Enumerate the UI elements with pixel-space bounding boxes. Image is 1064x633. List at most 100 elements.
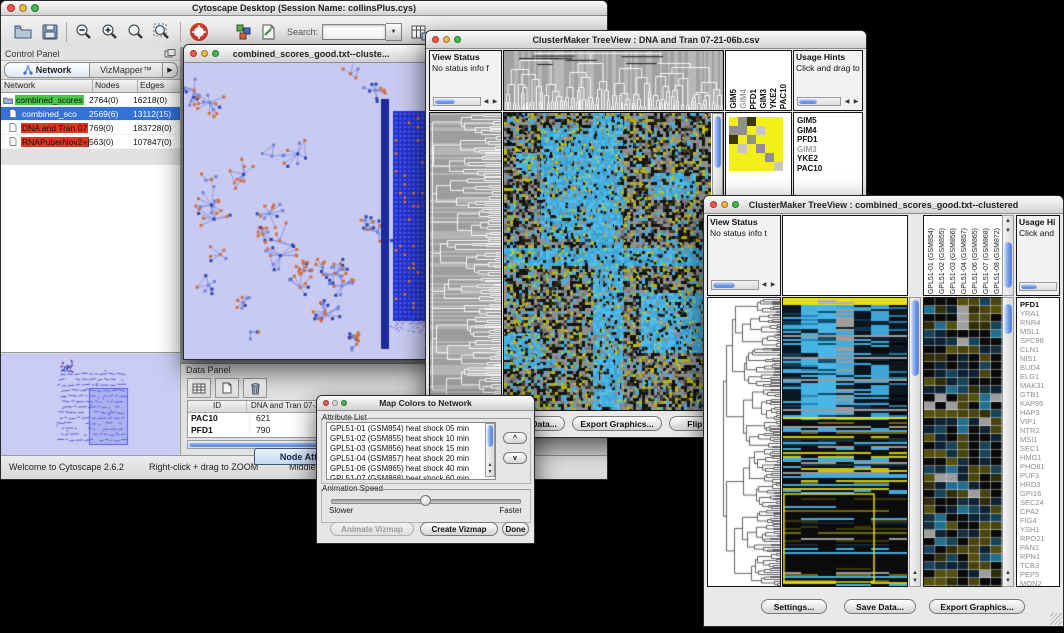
tv2-status-hscrollbar[interactable] [711,280,759,290]
maximize-button[interactable] [212,50,219,57]
gene-label[interactable]: KAP95 [1020,399,1059,408]
matrix-cell[interactable] [729,117,738,126]
scroll-down-icon[interactable]: ▼ [1003,228,1013,234]
minimize-button[interactable] [332,400,338,406]
close-button[interactable] [7,4,15,12]
dialog-title-bar[interactable]: Map Colors to Network [317,396,534,411]
matrix-cell[interactable] [765,117,774,126]
move-down-button[interactable]: v [503,452,527,464]
matrix-cell[interactable] [774,153,783,162]
plugins-icon[interactable] [235,23,253,41]
col-header-edges[interactable]: Edges [138,80,180,92]
maximize-button[interactable] [341,400,347,406]
network-list-row[interactable]: combined_scores2764(0)16218(0) [1,93,180,107]
network-list-row[interactable]: combined_sco2569(6)13112(15) [1,107,180,121]
tv2-labels-vscroll-thumb[interactable] [1004,242,1012,288]
attribute-list-item[interactable]: GPL51-02 (GSM855) heat shock 10 min [330,434,495,444]
matrix-cell[interactable] [747,126,756,135]
minimize-button[interactable] [19,4,27,12]
matrix-cell[interactable] [747,117,756,126]
tv1-column-label[interactable]: GIM3 [759,89,769,109]
tv2-heatmap-canvas[interactable] [783,298,907,586]
matrix-cell[interactable] [729,144,738,153]
gene-label[interactable]: TCB3 [1020,561,1059,570]
matrix-cell[interactable] [756,117,765,126]
animate-vizmap-button[interactable]: Animate Vizmap [330,522,414,536]
tv1-column-label[interactable]: PAC10 [779,84,789,109]
gene-label[interactable]: HMG1 [1020,453,1059,462]
create-vizmap-button[interactable]: Create Vizmap [420,522,498,536]
matrix-cell[interactable] [774,117,783,126]
close-button[interactable] [190,50,197,57]
zoom-fit-icon[interactable] [152,22,172,42]
tv2-row-dendrogram-canvas[interactable] [708,298,780,586]
tv2-labels-vscrollbar[interactable]: ▲ ▼ [1002,215,1014,296]
matrix-cell[interactable] [774,144,783,153]
matrix-cell[interactable] [738,153,747,162]
new-doc-icon[interactable] [215,378,239,398]
gene-label[interactable]: GTB1 [1020,390,1059,399]
scroll-up-icon[interactable]: ▲ [910,570,920,576]
close-button[interactable] [323,400,329,406]
tv2-column-label[interactable]: GPL51-06 (GSM865) [970,228,981,294]
search-input[interactable] [322,24,386,40]
col-header-nodes[interactable]: Nodes [93,80,138,92]
scroll-up-icon[interactable]: ▲ [1003,218,1013,224]
tv1-row-label[interactable]: YKE2 [797,154,862,164]
matrix-cell[interactable] [756,153,765,162]
gene-label[interactable]: CPA2 [1020,507,1059,516]
attribute-list-item[interactable]: GPL51-01 (GSM854) heat shock 05 min [330,424,495,434]
tv1-row-label[interactable]: PFD1 [797,135,862,145]
attribute-list-item[interactable]: GPL51-03 (GSM856) heat shock 15 min [330,444,495,454]
gene-label[interactable]: NTR2 [1020,426,1059,435]
tv2-zoom-heatmap-canvas[interactable] [924,298,1002,586]
tv2-save-data-button[interactable]: Save Data... [844,599,916,614]
resize-grip[interactable] [1050,613,1062,625]
tv1-usage-hscroll-thumb[interactable] [799,99,817,104]
gene-label[interactable]: PEP5 [1020,570,1059,579]
gene-label[interactable]: SEC1 [1020,444,1059,453]
gene-label[interactable]: CLN1 [1020,345,1059,354]
matrix-cell[interactable] [756,126,765,135]
tv2-column-label[interactable]: GPL51-07 (GSM868) [981,228,992,294]
gene-label[interactable]: PHO81 [1020,462,1059,471]
scroll-right-icon[interactable]: ▶ [851,99,861,105]
scroll-right-icon[interactable]: ▶ [490,99,500,105]
save-icon[interactable] [41,23,59,41]
window-controls[interactable] [7,4,39,12]
annotation-icon[interactable] [259,23,277,41]
network-list-row[interactable]: DNA and Tran 07769(0)183728(0) [1,121,180,135]
gene-label[interactable]: NIS1 [1020,354,1059,363]
tv2-usage-hscroll-thumb[interactable] [1021,284,1037,289]
open-icon[interactable] [13,23,33,41]
tv1-row-dendrogram-canvas[interactable] [430,113,501,410]
matrix-cell[interactable] [756,144,765,153]
tv2-column-label[interactable]: GPL51-02 (GSM855) [937,228,948,294]
gene-label[interactable]: MSI1 [1020,435,1059,444]
scroll-up-icon[interactable]: ▲ [1003,570,1013,576]
scroll-up-icon[interactable]: ▲ [485,462,495,468]
gene-label[interactable]: PUF3 [1020,471,1059,480]
matrix-cell[interactable] [747,162,756,171]
matrix-cell[interactable] [765,135,774,144]
gene-label[interactable]: BUD4 [1020,363,1059,372]
matrix-cell[interactable] [765,153,774,162]
matrix-cell[interactable] [747,135,756,144]
network-list-row[interactable]: RNAPuberNov2+|563(0)107847(0) [1,135,180,149]
gene-label[interactable]: SEC24 [1020,498,1059,507]
tv1-heatmap-canvas[interactable] [504,113,711,410]
matrix-cell[interactable] [738,162,747,171]
matrix-cell[interactable] [756,162,765,171]
close-button[interactable] [432,36,439,43]
gene-label[interactable]: RPN1 [1020,552,1059,561]
matrix-cell[interactable] [729,135,738,144]
tv2-heatmap-vscrollbar[interactable]: ▲ ▼ [909,297,921,587]
matrix-cell[interactable] [738,126,747,135]
move-up-button[interactable]: ^ [503,432,527,444]
minimize-button[interactable] [721,201,728,208]
gene-label[interactable]: MAK31 [1020,381,1059,390]
matrix-cell[interactable] [765,162,774,171]
gene-label[interactable]: MON2 [1020,579,1059,587]
gene-label[interactable]: MSL1 [1020,327,1059,336]
gene-label[interactable]: YRA1 [1020,309,1059,318]
